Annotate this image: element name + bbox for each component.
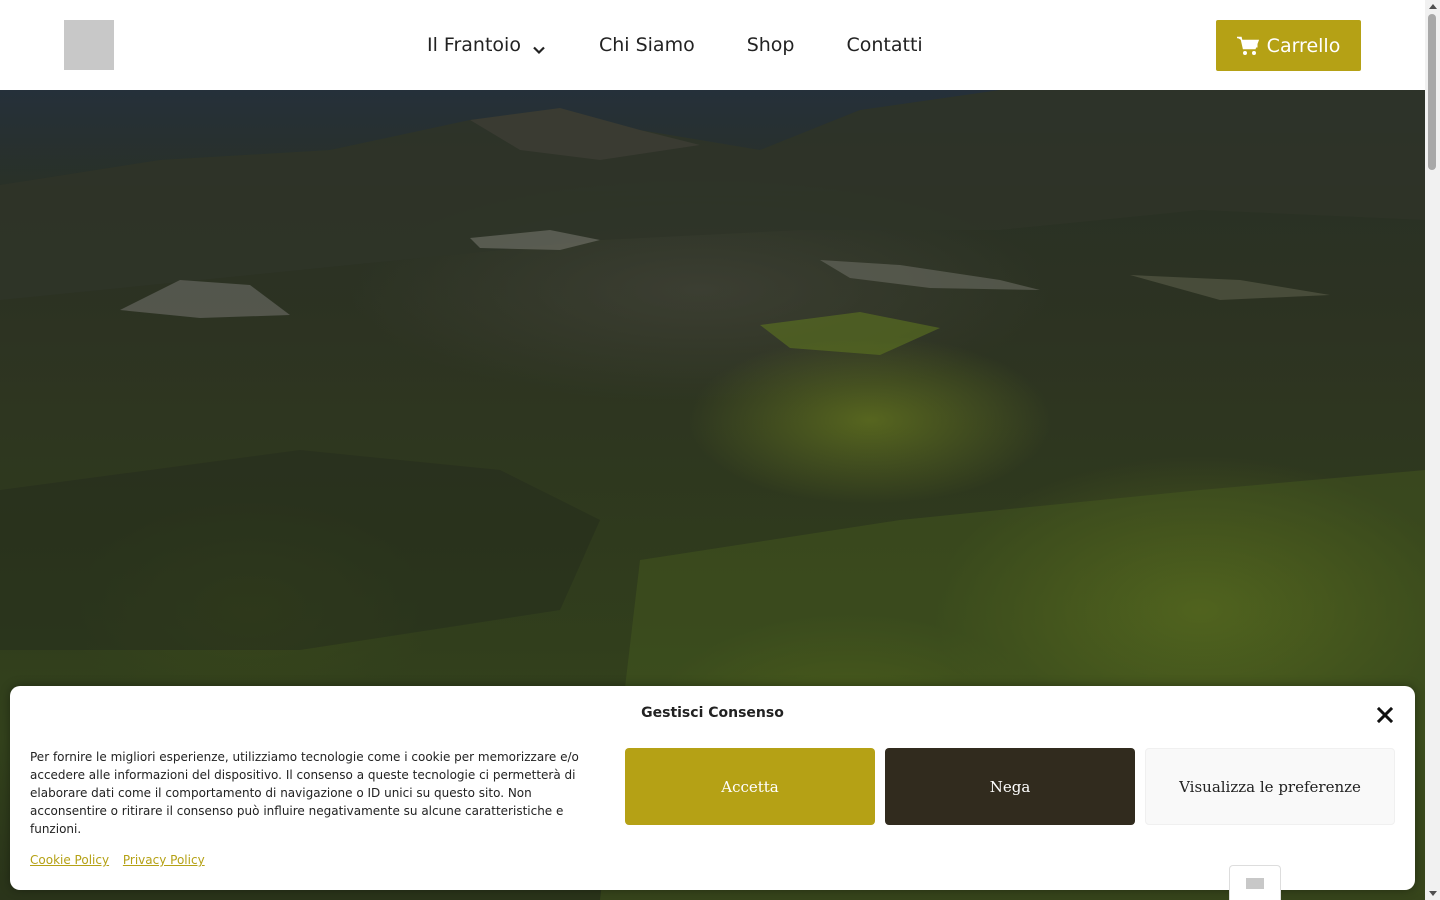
chevron-down-icon xyxy=(531,37,547,55)
manage-consent-tab[interactable] xyxy=(1229,865,1281,900)
cookie-policy-link[interactable]: Cookie Policy xyxy=(30,853,109,867)
deny-button[interactable]: Nega xyxy=(885,748,1135,825)
cookie-banner-title: Gestisci Consenso xyxy=(641,705,784,721)
cookie-consent-banner: Gestisci Consenso Per fornire le miglior… xyxy=(10,686,1415,890)
privacy-policy-link[interactable]: Privacy Policy xyxy=(123,853,205,867)
nav-item-il-frantoio[interactable]: Il Frantoio xyxy=(427,30,547,60)
cookie-policy-links: Cookie Policy Privacy Policy xyxy=(30,853,215,867)
view-preferences-button[interactable]: Visualizza le preferenze xyxy=(1145,748,1395,825)
cart-icon xyxy=(1236,36,1259,55)
cookie-banner-text: Per fornire le migliori esperienze, util… xyxy=(30,750,579,836)
consent-icon xyxy=(1246,877,1264,889)
scroll-down-icon[interactable] xyxy=(1429,891,1437,896)
accept-button[interactable]: Accetta xyxy=(625,748,875,825)
cart-label: Carrello xyxy=(1266,34,1341,57)
scroll-up-icon[interactable] xyxy=(1429,4,1437,9)
site-logo[interactable] xyxy=(64,20,114,70)
page-scrollbar[interactable] xyxy=(1425,0,1440,900)
nav-item-label: Shop xyxy=(746,34,795,56)
close-icon[interactable] xyxy=(1376,706,1394,724)
nav-item-contatti[interactable]: Contatti xyxy=(847,30,923,60)
nav-item-label: Il Frantoio xyxy=(427,34,521,56)
cart-button[interactable]: Carrello xyxy=(1216,20,1361,71)
nav-item-label: Contatti xyxy=(846,34,923,56)
scroll-thumb[interactable] xyxy=(1428,14,1436,170)
nav-item-chi-siamo[interactable]: Chi Siamo xyxy=(599,30,695,60)
nav-item-shop[interactable]: Shop xyxy=(747,30,795,60)
nav-item-label: Chi Siamo xyxy=(598,34,695,56)
main-nav: Il Frantoio Chi Siamo Shop Contatti xyxy=(427,30,975,60)
site-header: Il Frantoio Chi Siamo Shop Contatti Carr… xyxy=(0,0,1425,90)
